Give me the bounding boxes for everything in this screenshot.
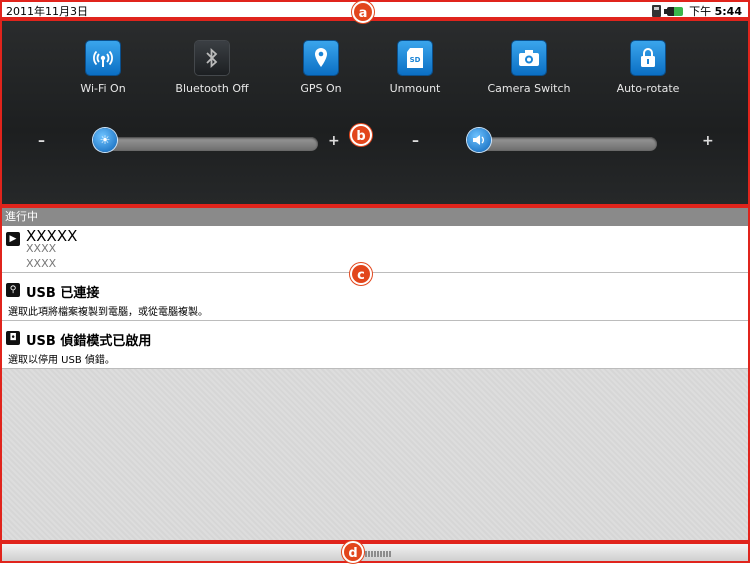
- location-pin-icon: [304, 41, 338, 75]
- notification-usb-connected[interactable]: ⚲ USB 已連接 選取此項將檔案複製到電腦，或從電腦複製。: [2, 273, 748, 321]
- battery-icon: [664, 6, 684, 16]
- brightness-plus[interactable]: +: [328, 133, 340, 149]
- volume-slider[interactable]: – +: [412, 128, 714, 155]
- notification-desc: 選取此項將檔案複製到電腦，或從電腦複製。: [8, 307, 208, 318]
- status-clock: 下午 5:44: [689, 3, 742, 19]
- time-value: 5:44: [714, 5, 742, 18]
- volume-plus[interactable]: +: [702, 133, 714, 149]
- time-period: 下午: [689, 5, 712, 18]
- ongoing-header: 進行中: [2, 208, 748, 226]
- notification-area: 進行中 ▶ XXXXX XXXX XXXX ⚲ USB 已連接 選取此項將檔案複…: [0, 206, 750, 542]
- media-line-1: XXXX: [26, 242, 57, 255]
- brightness-slider[interactable]: – ☀ +: [38, 128, 340, 155]
- drawer-handle[interactable]: [0, 542, 750, 563]
- debug-icon: ◘: [6, 331, 20, 345]
- toggle-wifi[interactable]: Wi-Fi On: [58, 41, 148, 95]
- toggle-gps[interactable]: GPS On: [276, 41, 366, 95]
- toggle-camera-switch-label: Camera Switch: [487, 82, 571, 95]
- toggle-auto-rotate-label: Auto-rotate: [616, 82, 680, 95]
- sim-card-icon: [652, 5, 662, 17]
- marker-b: b: [350, 124, 372, 146]
- status-right: 下午 5:44: [652, 3, 742, 19]
- grip-icon[interactable]: [365, 551, 391, 557]
- marker-d: d: [342, 541, 364, 563]
- notification-usb-debug[interactable]: ◘ USB 偵錯模式已啟用 選取以停用 USB 偵錯。: [2, 321, 748, 369]
- bluetooth-icon: [195, 41, 229, 75]
- play-icon: ▶: [6, 232, 20, 246]
- brightness-icon[interactable]: ☀: [93, 128, 117, 152]
- brightness-track[interactable]: [93, 137, 318, 151]
- media-line-2: XXXX: [26, 257, 57, 270]
- marker-c: c: [350, 263, 372, 285]
- camera-icon: [512, 41, 546, 75]
- marker-a: a: [352, 1, 374, 23]
- svg-text:SD: SD: [410, 56, 421, 64]
- toggle-bluetooth-label: Bluetooth Off: [175, 82, 249, 95]
- usb-icon: ⚲: [6, 283, 20, 297]
- toggle-wifi-label: Wi-Fi On: [80, 82, 126, 95]
- speaker-icon[interactable]: [467, 128, 491, 152]
- volume-minus[interactable]: –: [412, 133, 419, 149]
- toggle-gps-label: GPS On: [300, 82, 342, 95]
- status-date: 2011年11月3日: [6, 5, 88, 18]
- notification-desc: 選取以停用 USB 偵錯。: [8, 355, 115, 366]
- toggle-unmount[interactable]: SD Unmount: [370, 41, 460, 95]
- toggle-auto-rotate[interactable]: Auto-rotate: [603, 41, 693, 95]
- notification-title: USB 已連接: [26, 286, 100, 301]
- toggle-camera-switch[interactable]: Camera Switch: [484, 41, 574, 95]
- toggle-bluetooth[interactable]: Bluetooth Off: [167, 41, 257, 95]
- toggle-unmount-label: Unmount: [389, 82, 441, 95]
- lock-icon: [631, 41, 665, 75]
- notification-title: USB 偵錯模式已啟用: [26, 334, 152, 349]
- brightness-minus[interactable]: –: [38, 133, 45, 149]
- quick-settings-panel: Wi-Fi On Bluetooth Off GPS On SD Unmount…: [0, 19, 750, 206]
- wifi-icon: [86, 41, 120, 75]
- status-bar: 2011年11月3日 下午 5:44: [0, 0, 750, 19]
- sd-card-icon: SD: [398, 41, 432, 75]
- media-notification[interactable]: ▶ XXXXX XXXX XXXX: [2, 226, 748, 273]
- volume-track[interactable]: [467, 137, 657, 151]
